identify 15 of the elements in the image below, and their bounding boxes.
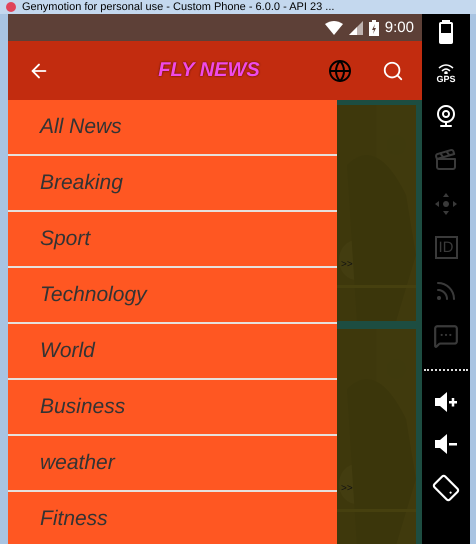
globe-icon[interactable] bbox=[328, 58, 352, 82]
window-title: Genymotion for personal use - Custom Phone - 6.0.0 - API 23 ... bbox=[22, 0, 334, 14]
battery-charging-icon bbox=[368, 20, 379, 36]
wifi-icon bbox=[324, 20, 343, 34]
app-title: FLY NEWS bbox=[157, 59, 261, 82]
rotate-icon[interactable] bbox=[433, 475, 459, 501]
volume-up-icon[interactable] bbox=[433, 391, 459, 413]
battery-icon[interactable] bbox=[439, 20, 453, 44]
webcam-icon[interactable] bbox=[434, 104, 458, 128]
gps-button[interactable]: GPS bbox=[436, 64, 456, 84]
volume-down-icon[interactable] bbox=[433, 433, 459, 455]
signal-icon bbox=[348, 20, 363, 34]
clock: 9:00 bbox=[384, 19, 414, 36]
search-icon[interactable] bbox=[382, 60, 404, 82]
app-icon bbox=[6, 2, 16, 12]
